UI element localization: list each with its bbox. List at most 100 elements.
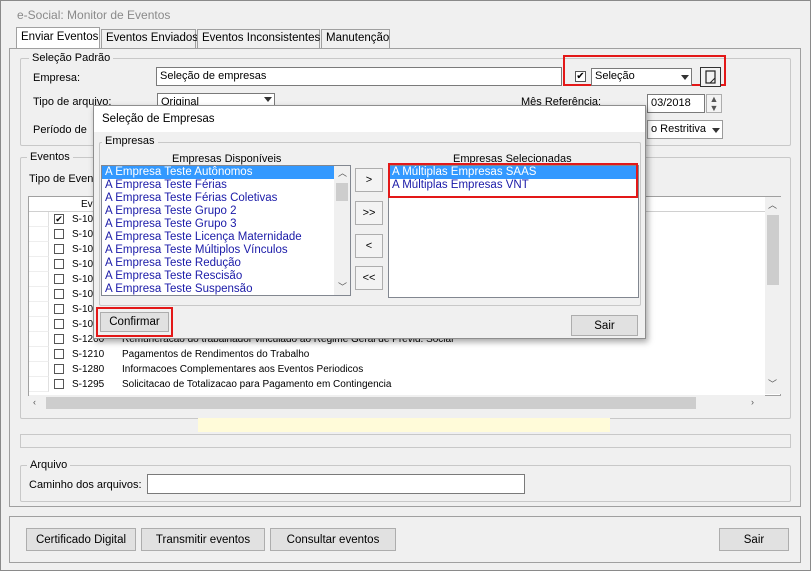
consultar-eventos-button[interactable]: Consultar eventos — [270, 528, 396, 551]
remove-all-button[interactable]: << — [355, 266, 383, 290]
list-item[interactable]: A Empresa Teste Grupo 3 — [102, 218, 337, 231]
list-item[interactable]: A Empresa Teste Suspensão — [102, 283, 337, 295]
selection-dialog-button[interactable] — [700, 67, 721, 87]
dialog-empresas-legend: Empresas — [102, 135, 158, 147]
remove-selected-button[interactable]: < — [355, 234, 383, 258]
row-indicator — [29, 272, 49, 287]
row-event-code: S-10 — [72, 274, 94, 285]
row-event-code: S-10 — [72, 259, 94, 270]
restritiva-value: o Restritiva — [651, 123, 707, 135]
row-indicator — [29, 242, 49, 257]
row-checkbox[interactable] — [54, 259, 64, 269]
disponiveis-scrollbar[interactable]: ︿ ﹀ — [334, 166, 350, 295]
transmitir-eventos-button[interactable]: Transmitir eventos — [141, 528, 265, 551]
list-item[interactable]: A Empresa Teste Férias — [102, 179, 337, 192]
table-row[interactable]: S-1210 Pagamentos de Rendimentos do Traba… — [29, 347, 765, 362]
row-checkbox[interactable] — [54, 244, 64, 254]
periodo-label: Período de — [33, 124, 87, 136]
row-event-code: S-10 — [72, 319, 94, 330]
selecao-checkbox[interactable]: ✔ — [575, 71, 586, 82]
eventos-legend: Eventos — [27, 151, 73, 163]
tipo-evento-label: Tipo de Even — [29, 173, 94, 185]
tab-eventos-inconsistentes[interactable]: Eventos Inconsistentes — [197, 29, 320, 48]
footer-sair-button[interactable]: Sair — [719, 528, 789, 551]
table-row[interactable]: S-1280 Informacoes Complementares aos Eve… — [29, 362, 765, 377]
row-event-description: Informacoes Complementares aos Eventos P… — [122, 364, 364, 375]
tab-enviar-eventos[interactable]: Enviar Eventos — [16, 27, 100, 49]
scroll-thumb[interactable] — [767, 215, 779, 285]
list-item[interactable]: A Empresa Teste Redução — [102, 257, 337, 270]
selecao-dropdown-value: Seleção — [595, 70, 635, 82]
list-item[interactable]: A Empresa Teste Licença Maternidade — [102, 231, 337, 244]
scroll-thumb[interactable] — [336, 183, 348, 201]
add-selected-button[interactable]: > — [355, 168, 383, 192]
list-item[interactable]: A Empresa Teste Rescisão — [102, 270, 337, 283]
scroll-left-icon[interactable]: ‹ — [33, 398, 36, 407]
scroll-up-icon[interactable]: ︿ — [338, 169, 347, 178]
row-checkbox[interactable] — [54, 289, 64, 299]
row-event-code: S-10 — [72, 304, 94, 315]
row-checkbox[interactable] — [54, 319, 64, 329]
caminho-field[interactable] — [147, 474, 525, 494]
row-checkbox[interactable] — [54, 274, 64, 284]
mes-referencia-spinner[interactable]: ▲ ▼ — [706, 94, 722, 113]
selecionadas-highlight-box — [388, 163, 638, 198]
scroll-down-icon[interactable]: ﹀ — [338, 283, 347, 292]
row-checkbox[interactable] — [54, 364, 64, 374]
row-indicator — [29, 332, 49, 347]
list-item[interactable]: A Empresa Teste Férias Coletivas — [102, 192, 337, 205]
dialog-title-bar: Seleção de Empresas — [94, 106, 645, 132]
row-event-code: S-10 — [72, 289, 94, 300]
list-item[interactable]: A Empresa Teste Autônomos — [102, 166, 337, 179]
confirmar-button[interactable]: Confirmar — [100, 312, 169, 332]
row-event-code: S-1295 — [72, 379, 105, 390]
add-all-button[interactable]: >> — [355, 201, 383, 225]
tab-eventos-enviados[interactable]: Eventos Enviados — [101, 29, 198, 48]
row-checkbox[interactable] — [54, 229, 64, 239]
selecao-dropdown[interactable]: Seleção — [591, 68, 692, 86]
eventos-horizontal-scrollbar[interactable]: ‹ › — [29, 395, 765, 411]
tab-manutencao[interactable]: Manutenção — [321, 29, 390, 48]
row-indicator — [29, 212, 49, 227]
dialog-sair-button[interactable]: Sair — [571, 315, 638, 336]
chevron-down-icon — [264, 97, 272, 102]
row-indicator — [29, 227, 49, 242]
mes-referencia-field[interactable]: 03/2018 — [647, 94, 705, 113]
list-item[interactable]: A Empresa Teste Múltiplos Vínculos — [102, 244, 337, 257]
selecao-empresas-dialog: Seleção de Empresas Empresas Empresas Di… — [93, 105, 646, 339]
row-event-code: S-1280 — [72, 364, 105, 375]
chevron-down-icon — [712, 128, 720, 133]
list-item[interactable]: A Empresa Teste Grupo 2 — [102, 205, 337, 218]
row-checkbox[interactable] — [54, 334, 64, 344]
row-event-code: S-10 — [72, 244, 94, 255]
row-checkbox[interactable] — [54, 304, 64, 314]
restritiva-dropdown[interactable]: o Restritiva — [647, 120, 723, 139]
spin-down-icon[interactable]: ▼ — [707, 104, 721, 113]
empresas-disponiveis-list[interactable]: A Empresa Teste Autônomos A Empresa Teste… — [101, 165, 351, 296]
row-checkbox[interactable]: ✔ — [54, 214, 64, 224]
eventos-vertical-scrollbar[interactable]: ︿ ﹀ — [765, 197, 781, 394]
row-event-code: S-1210 — [72, 349, 105, 360]
disponiveis-label: Empresas Disponíveis — [172, 153, 282, 165]
row-checkbox[interactable] — [54, 379, 64, 389]
scroll-right-icon[interactable]: › — [751, 398, 754, 407]
scroll-up-icon[interactable]: ︿ — [768, 201, 777, 210]
row-checkbox[interactable] — [54, 349, 64, 359]
row-indicator — [29, 362, 49, 377]
row-indicator — [29, 302, 49, 317]
table-row[interactable]: S-1295 Solicitacao de Totalizacao para Pa… — [29, 377, 765, 392]
row-indicator — [29, 257, 49, 272]
arquivo-legend: Arquivo — [27, 459, 71, 471]
document-icon — [705, 70, 716, 84]
scroll-down-icon[interactable]: ﹀ — [768, 380, 777, 389]
selecao-padrao-legend: Seleção Padrão — [29, 52, 114, 64]
caminho-label: Caminho dos arquivos: — [29, 479, 142, 491]
empresa-field[interactable]: Seleção de empresas — [156, 67, 562, 86]
row-event-description: Solicitacao de Totalizacao para Pagament… — [122, 379, 392, 390]
empresa-label: Empresa: — [33, 72, 81, 84]
chevron-down-icon — [681, 75, 689, 80]
col-header-evento: Ev — [81, 199, 93, 210]
row-indicator — [29, 287, 49, 302]
scroll-thumb-horizontal[interactable] — [46, 397, 696, 409]
certificado-digital-button[interactable]: Certificado Digital — [26, 528, 136, 551]
